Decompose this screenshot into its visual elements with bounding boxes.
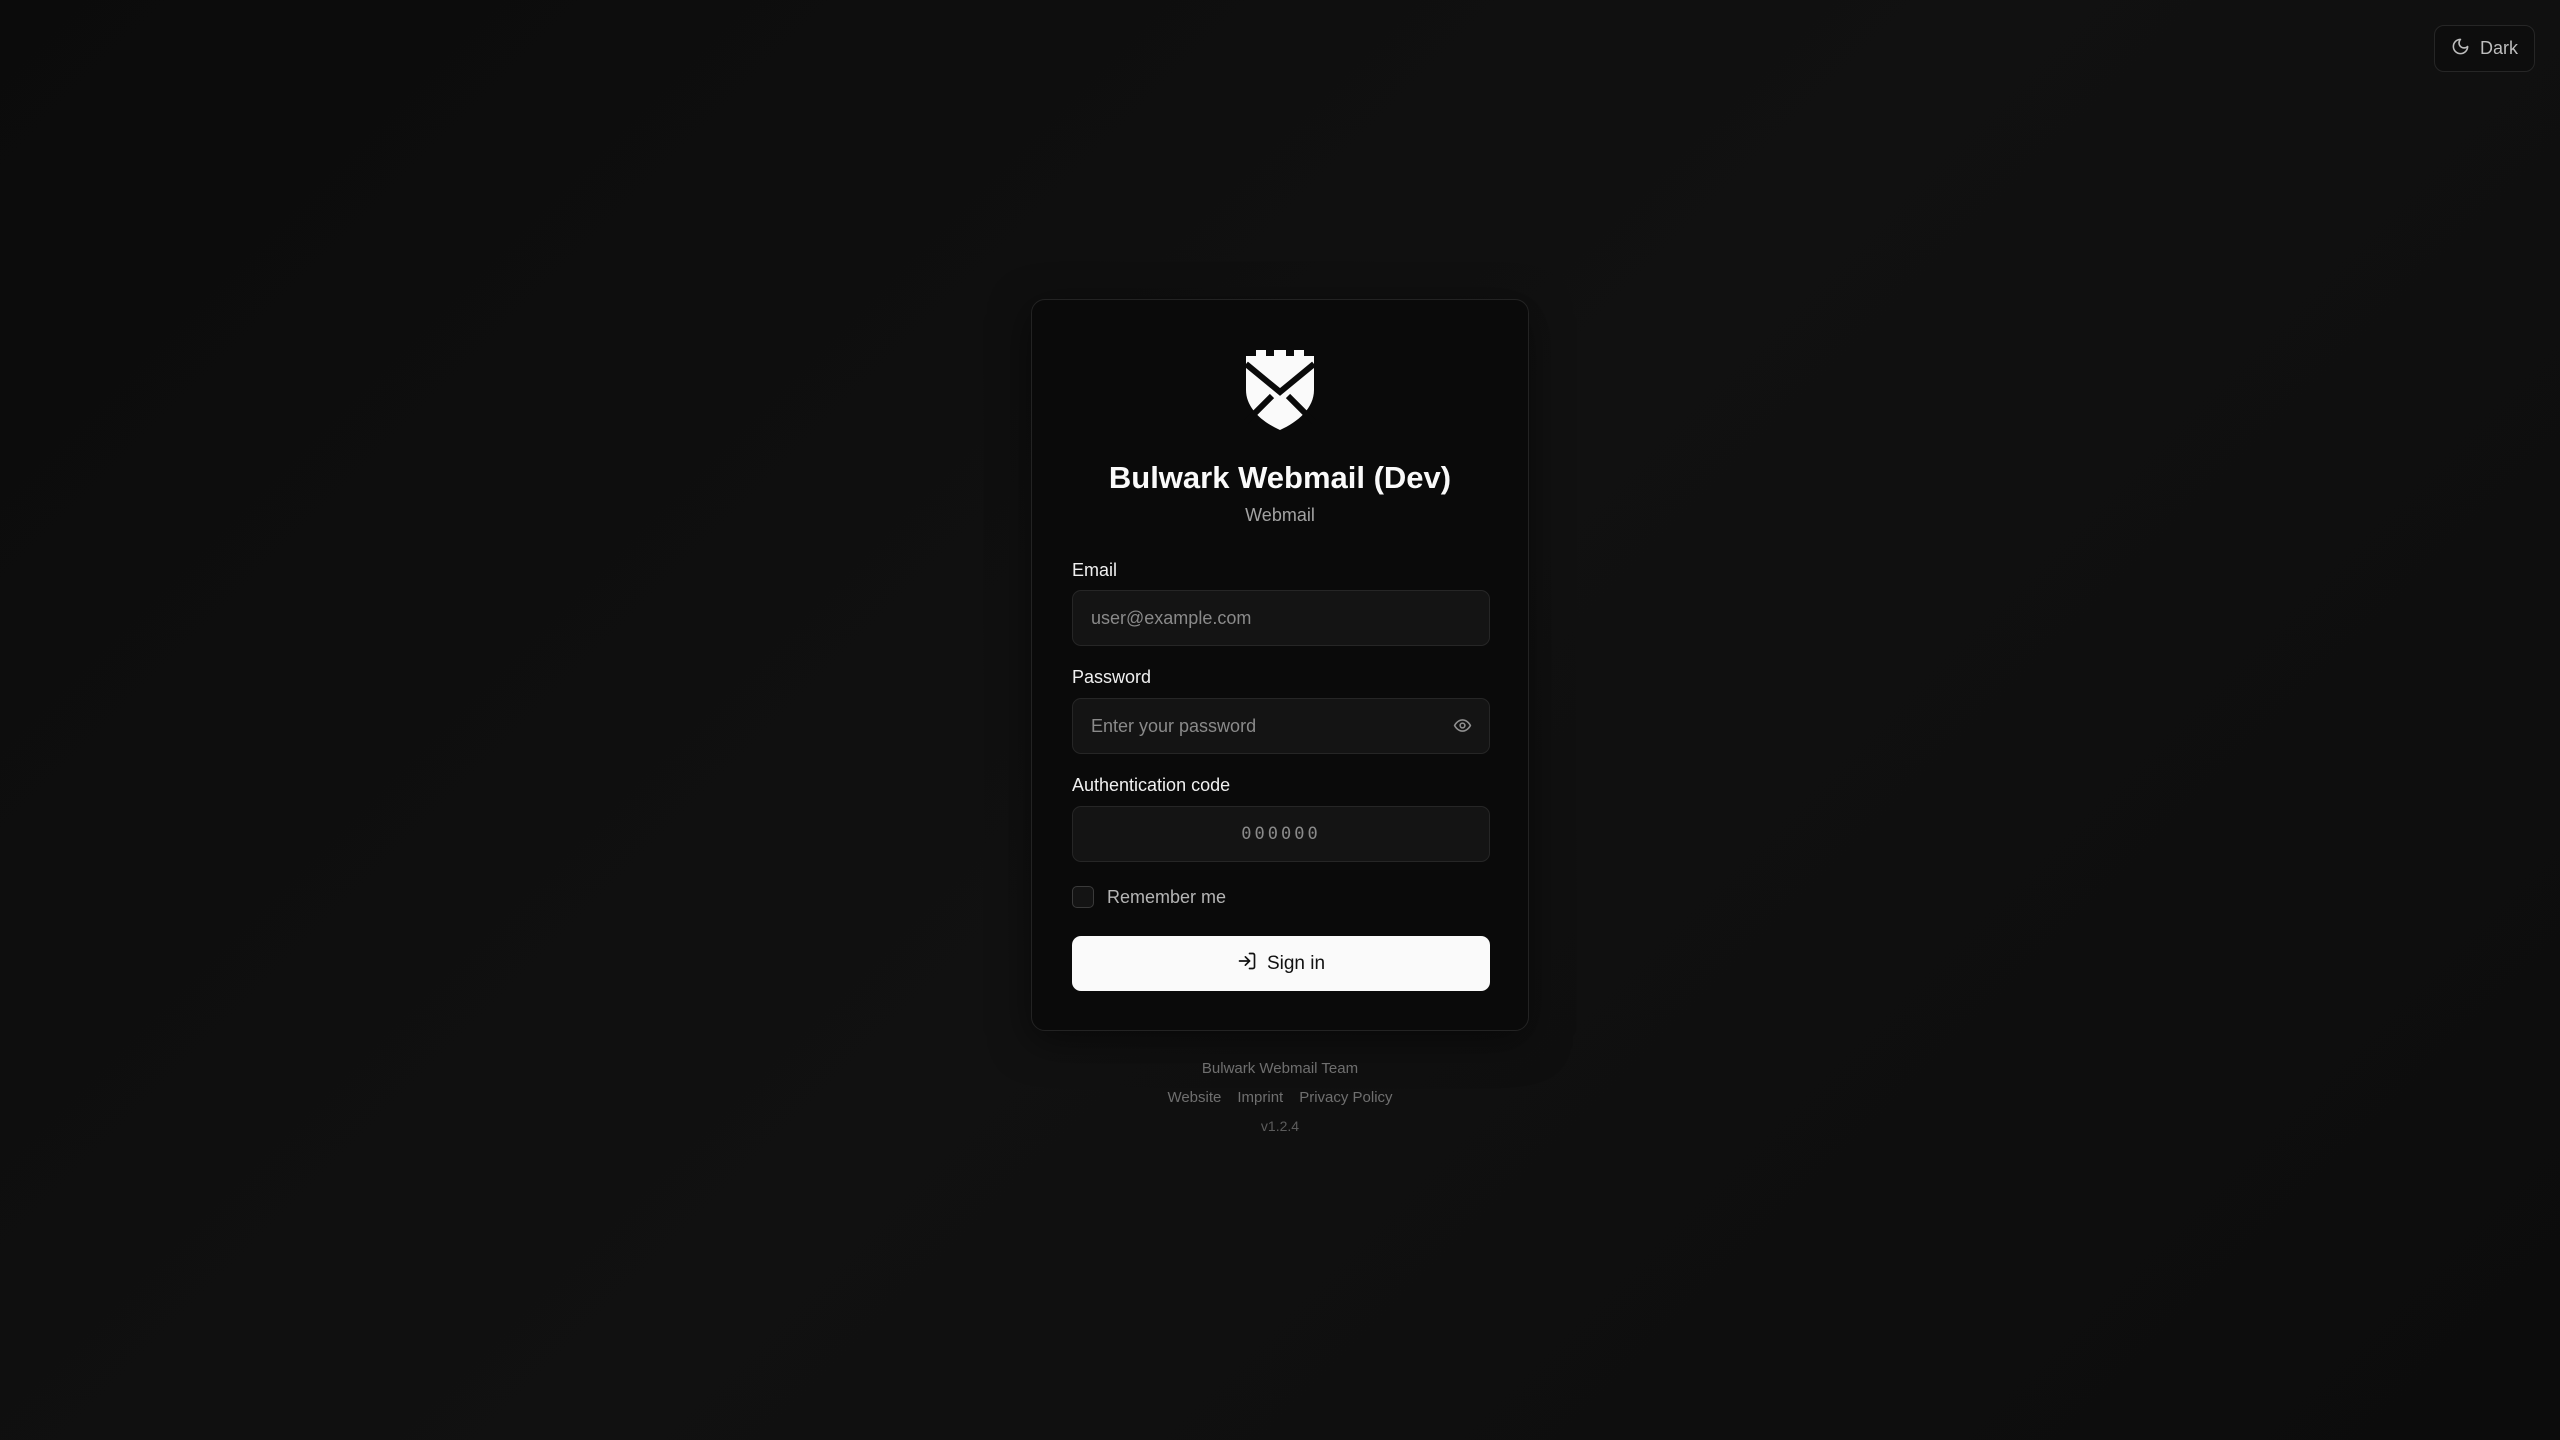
footer-link-website[interactable]: Website [1167,1089,1221,1106]
footer-team: Bulwark Webmail Team [1201,1060,1359,1077]
footer-link-privacy-policy[interactable]: Privacy Policy [1299,1089,1392,1106]
moon-icon [2451,37,2470,61]
footer-links: Website Imprint Privacy Policy [0,1089,2560,1106]
theme-toggle-button[interactable]: Dark [2433,25,2535,72]
password-label: Password [1072,667,1152,687]
eye-icon [1453,716,1472,740]
auth-code-label: Authentication code [1072,775,1231,795]
sign-in-label: Sign in [1266,952,1326,974]
shield-envelope-icon [1242,350,1318,430]
email-field[interactable] [1072,590,1490,646]
password-field[interactable] [1072,698,1490,754]
footer-link-imprint[interactable]: Imprint [1237,1089,1283,1106]
remember-me-label: Remember me [1107,887,1227,907]
app-version: v1.2.4 [1260,1118,1300,1134]
remember-me-checkbox[interactable] [1072,886,1094,908]
email-label: Email [1072,560,1118,580]
page-subtitle: Webmail [1245,505,1315,525]
sign-in-button[interactable]: Sign in [1072,936,1490,991]
auth-code-field[interactable] [1072,806,1490,862]
log-in-icon [1237,951,1257,977]
page-title: Bulwark Webmail (Dev) [1108,460,1452,495]
theme-toggle-label: Dark [2479,38,2518,58]
show-password-button[interactable] [1446,712,1478,744]
footer: Bulwark Webmail Team Website Imprint Pri… [0,1060,2560,1134]
login-card: Bulwark Webmail (Dev) Webmail Email Pass… [1031,299,1529,1031]
